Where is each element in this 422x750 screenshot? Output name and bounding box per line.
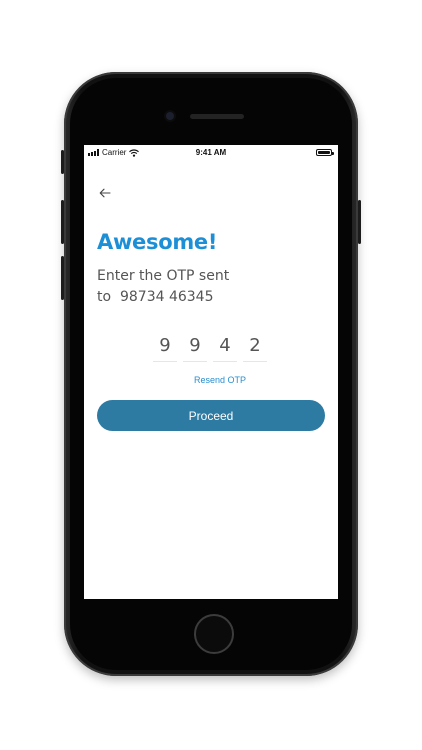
phone-number: 98734 46345 [119,289,214,305]
back-button[interactable] [96,185,114,201]
otp-input-group: 9 9 4 2 [153,333,267,362]
power-button [358,200,361,244]
arrow-left-icon [99,188,111,198]
mute-switch [61,150,64,174]
volume-up-button [61,200,64,244]
otp-digit-1[interactable]: 9 [153,333,177,362]
proceed-label: Proceed [188,408,234,423]
instruction-prefix: to [97,289,112,305]
otp-digit-4[interactable]: 2 [243,333,267,362]
volume-down-button [61,256,64,300]
instruction-line: Enter the OTP sent [97,268,230,284]
mockup-stage: Carrier 9:41 AM Awesome! Enter the OTP s… [0,0,422,750]
front-camera [166,112,174,120]
battery-level [318,151,330,154]
proceed-button[interactable]: Proceed [97,400,325,431]
home-button [194,614,234,654]
status-time: 9:41 AM [195,148,227,157]
app-screen: Carrier 9:41 AM Awesome! Enter the OTP s… [84,145,338,599]
page-title: Awesome! [97,230,218,254]
otp-digit-3[interactable]: 4 [213,333,237,362]
resend-otp-link[interactable]: Resend OTP [84,375,338,385]
earpiece-speaker [190,114,244,119]
battery-icon [316,149,334,156]
otp-digit-2[interactable]: 9 [183,333,207,362]
status-bar: Carrier 9:41 AM [84,145,338,161]
instruction-line-phone: to 98734 46345 [97,287,317,308]
otp-instructions: Enter the OTP sent to 98734 46345 [97,266,317,308]
